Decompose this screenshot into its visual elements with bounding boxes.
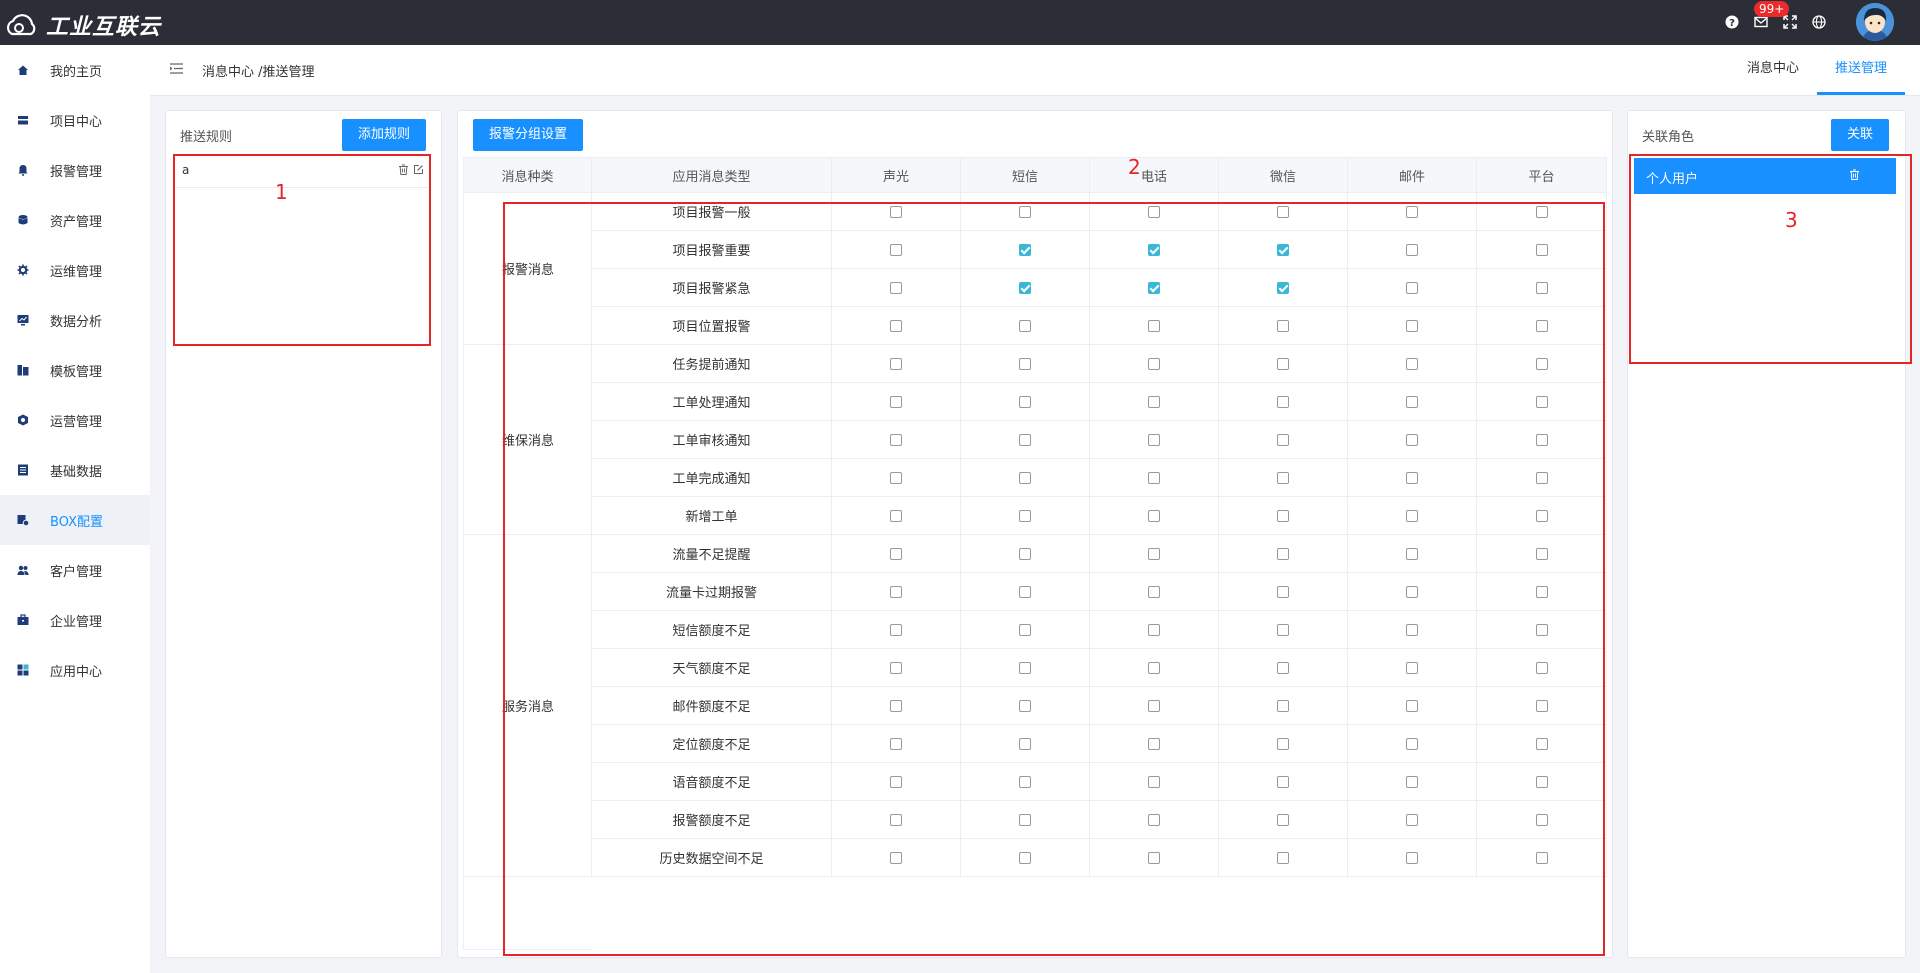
- sidebar-item-alarms[interactable]: 报警管理: [0, 145, 150, 195]
- panel-title: 关联角色: [1642, 130, 1695, 145]
- chart-icon: [16, 313, 30, 327]
- column-header: 电话: [1089, 157, 1219, 193]
- sidebar-item-assets[interactable]: 资产管理: [0, 195, 150, 245]
- globe-icon[interactable]: [1809, 12, 1829, 32]
- alarm-group-settings-button[interactable]: 报警分组设置: [473, 119, 583, 151]
- column-header: 平台: [1476, 157, 1607, 193]
- sidebar-item-projects[interactable]: 项目中心: [0, 95, 150, 145]
- sidebar-item-templates[interactable]: 模板管理: [0, 345, 150, 395]
- annotation-marker-3: 3: [1785, 208, 1798, 232]
- home-icon: [16, 63, 30, 77]
- menu-toggle-icon[interactable]: [170, 63, 183, 78]
- annotation-box-2: [503, 202, 1605, 956]
- sidebar-item-label: 我的主页: [50, 64, 103, 80]
- panel-title: 推送规则: [180, 130, 233, 145]
- gear-icon: [16, 263, 30, 277]
- annotation-marker-2: 2: [1128, 155, 1141, 179]
- sidebar-item-label: 资产管理: [50, 214, 103, 230]
- sidebar-item-base-data[interactable]: 基础数据: [0, 445, 150, 495]
- users-icon: [16, 563, 30, 577]
- sidebar-item-label: 运维管理: [50, 264, 103, 280]
- sidebar-item-label: 报警管理: [50, 164, 103, 180]
- sidebar-item-label: 运营管理: [50, 414, 103, 430]
- operation-icon: [16, 413, 30, 427]
- sidebar-item-maintenance[interactable]: 运维管理: [0, 245, 150, 295]
- sidebar-item-box-config[interactable]: BOX配置: [0, 495, 150, 545]
- sidebar-item-label: 基础数据: [50, 464, 103, 480]
- column-header: 短信: [960, 157, 1090, 193]
- column-header: 微信: [1218, 157, 1348, 193]
- briefcase-icon: [16, 613, 30, 627]
- tab-message-center[interactable]: 消息中心: [1729, 45, 1817, 95]
- table-header-row: 消息种类 应用消息类型 声光 短信 电话 微信 邮件 平台: [463, 157, 1607, 193]
- top-bar: 工业互联云 ? 99+: [0, 0, 1920, 45]
- logo-text: 工业互联云: [46, 15, 162, 40]
- template-icon: [16, 363, 30, 377]
- notification-badge: 99+: [1754, 1, 1790, 17]
- box-config-icon: [16, 513, 30, 527]
- sidebar-item-customers[interactable]: 客户管理: [0, 545, 150, 595]
- sidebar-item-label: 应用中心: [50, 664, 103, 680]
- cloud-logo-icon: [6, 14, 36, 36]
- sidebar-item-home[interactable]: 我的主页: [0, 45, 150, 95]
- breadcrumb: 消息中心 /推送管理: [202, 65, 315, 80]
- column-header: 消息种类: [463, 157, 592, 193]
- tab-push-management[interactable]: 推送管理: [1816, 45, 1905, 95]
- sidebar-item-apps[interactable]: 应用中心: [0, 645, 150, 695]
- sidebar-item-label: 模板管理: [50, 364, 103, 380]
- annotation-marker-1: 1: [275, 180, 288, 204]
- sidebar-item-enterprise[interactable]: 企业管理: [0, 595, 150, 645]
- avatar-face-icon: [1856, 3, 1894, 41]
- asset-icon: [16, 213, 30, 227]
- sidebar-item-label: 客户管理: [50, 564, 103, 580]
- database-icon: [16, 463, 30, 477]
- project-icon: [16, 113, 30, 127]
- sidebar-item-analytics[interactable]: 数据分析: [0, 295, 150, 345]
- sidebar-item-label: 项目中心: [50, 114, 103, 130]
- associate-button[interactable]: 关联: [1831, 119, 1889, 151]
- sidebar-item-operations[interactable]: 运营管理: [0, 395, 150, 445]
- breadcrumb-bar: 消息中心 /推送管理 消息中心 推送管理: [150, 45, 1920, 96]
- logo[interactable]: 工业互联云: [4, 9, 161, 41]
- column-header: 应用消息类型: [591, 157, 832, 193]
- sidebar: 我的主页 项目中心 报警管理 资产管理 运维管理 数据分析 模板管理 运营管理 …: [0, 45, 150, 973]
- column-header: 声光: [831, 157, 961, 193]
- help-icon[interactable]: ?: [1722, 12, 1742, 32]
- annotation-box-3: [1629, 154, 1912, 364]
- avatar[interactable]: [1856, 3, 1894, 41]
- column-header: 邮件: [1347, 157, 1477, 193]
- annotation-box-1: [173, 154, 431, 346]
- svg-text:?: ?: [1729, 18, 1735, 29]
- sidebar-item-label: 数据分析: [50, 314, 103, 330]
- sidebar-item-label: 企业管理: [50, 614, 103, 630]
- sidebar-item-label: BOX配置: [50, 514, 103, 530]
- add-rule-button[interactable]: 添加规则: [342, 119, 426, 151]
- apps-icon: [16, 663, 30, 677]
- page-tabs: 消息中心 推送管理: [1729, 45, 1905, 95]
- bell-icon: [16, 163, 30, 177]
